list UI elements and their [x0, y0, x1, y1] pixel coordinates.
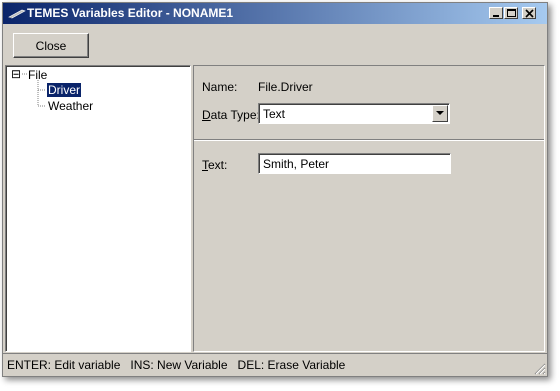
variable-tree[interactable]: ⊟ File Driver Weather: [5, 65, 191, 352]
name-value: File.Driver: [258, 80, 313, 94]
minimize-icon: [493, 15, 499, 17]
details-divider: [194, 139, 544, 141]
datatype-dropdown-button[interactable]: [432, 105, 448, 122]
status-bar: ENTER: Edit variable INS: New Variable D…: [3, 353, 547, 376]
tree-item-driver[interactable]: Driver: [46, 82, 82, 98]
tree-item-weather[interactable]: Weather: [48, 99, 93, 113]
tree-root-file[interactable]: File: [28, 68, 47, 82]
text-label-rest: ext:: [208, 158, 228, 172]
datatype-label-rest: ata Type:: [210, 108, 260, 122]
datatype-label: Data Type:: [202, 108, 260, 122]
minimize-button[interactable]: [489, 7, 503, 19]
title-bar[interactable]: TEMES Variables Editor - NONAME1: [3, 3, 547, 24]
text-value-field[interactable]: Smith, Peter: [258, 153, 451, 174]
maximize-icon: [507, 9, 516, 17]
datatype-label-key: D: [202, 108, 211, 122]
datatype-select-value: Text: [263, 107, 286, 121]
details-panel: Name: File.Driver Data Type: Text Text: …: [193, 65, 545, 352]
close-icon: [525, 9, 534, 18]
close-window-button[interactable]: [522, 7, 536, 19]
maximize-button[interactable]: [504, 7, 518, 19]
window-title: TEMES Variables Editor - NONAME1: [27, 6, 234, 20]
app-window: TEMES Variables Editor - NONAME1 Close ⊟…: [2, 2, 548, 377]
datatype-select[interactable]: Text: [258, 103, 450, 124]
pen-icon: [8, 9, 26, 19]
chevron-down-icon: [436, 111, 444, 115]
resize-grip-icon[interactable]: [533, 362, 546, 375]
name-label: Name:: [202, 80, 238, 94]
close-button[interactable]: Close: [13, 33, 89, 58]
status-text: ENTER: Edit variable INS: New Variable D…: [7, 358, 346, 372]
text-label: Text:: [202, 158, 227, 172]
